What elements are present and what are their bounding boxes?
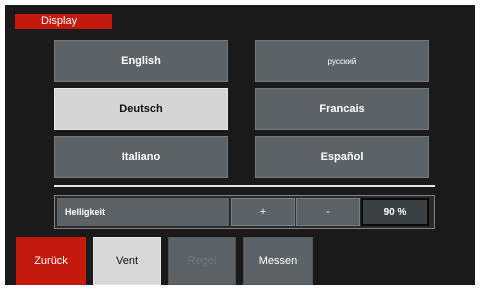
language-russian-button[interactable]: русский	[255, 40, 429, 82]
language-francais-button[interactable]: Francais	[255, 88, 429, 130]
display-settings-screen: Display English русский Deutsch Francais…	[5, 5, 475, 285]
language-english-button[interactable]: English	[54, 40, 228, 82]
language-italiano-button[interactable]: Italiano	[54, 136, 228, 178]
regel-button[interactable]: Regel	[168, 237, 236, 285]
vent-button[interactable]: Vent	[93, 237, 161, 285]
brightness-label: Helligkeit	[57, 198, 229, 226]
divider	[54, 185, 435, 187]
back-button[interactable]: Zurück	[16, 237, 86, 285]
language-deutsch-button[interactable]: Deutsch	[54, 88, 228, 130]
screen-title: Display	[15, 14, 112, 29]
brightness-value: 90 %	[361, 198, 429, 226]
messen-button[interactable]: Messen	[243, 237, 313, 285]
brightness-control: Helligkeit + - 90 %	[54, 195, 435, 229]
brightness-increase-button[interactable]: +	[231, 198, 295, 226]
language-espanol-button[interactable]: Español	[255, 136, 429, 178]
brightness-decrease-button[interactable]: -	[296, 198, 360, 226]
